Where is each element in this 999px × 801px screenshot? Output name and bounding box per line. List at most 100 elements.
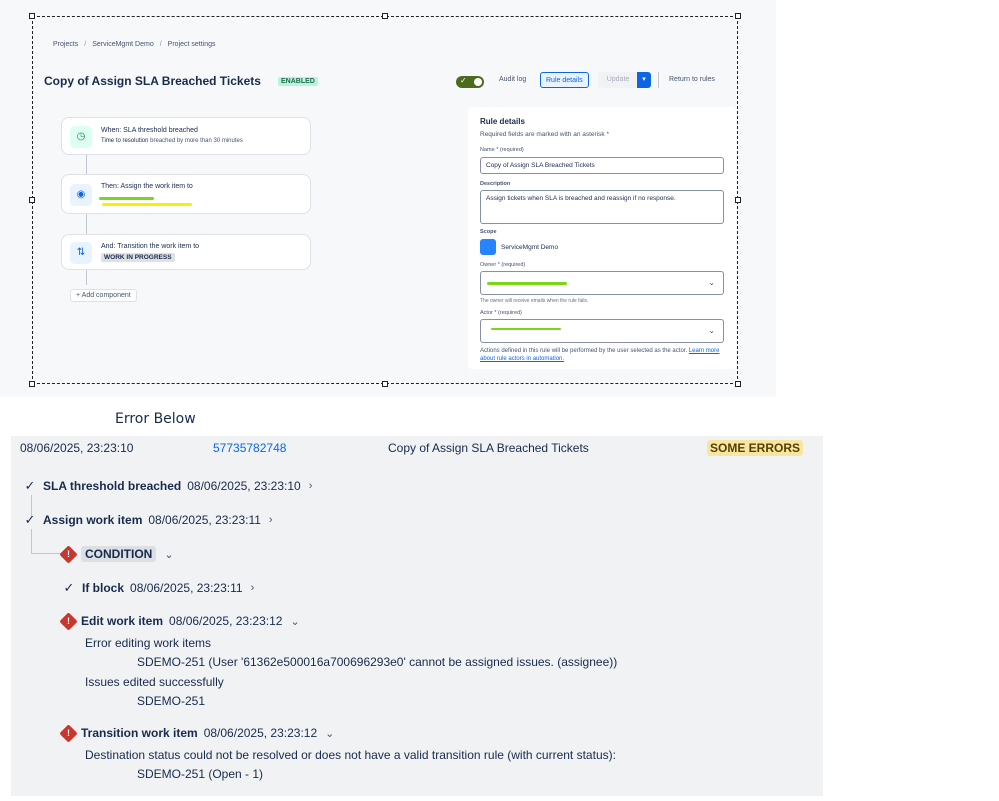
resize-handle[interactable] <box>735 13 741 19</box>
step-subtitle: Time to resolution breached by more than… <box>101 138 243 144</box>
step-title: When: SLA threshold breached <box>101 127 198 134</box>
transition-detail: SDEMO-251 (Open - 1) <box>137 767 264 781</box>
user-icon: ◉ <box>70 184 92 206</box>
rule-title: Copy of Assign SLA Breached Tickets <box>44 74 261 88</box>
transition-step[interactable]: ⇅ And: Transition the work item to WORK … <box>61 234 311 270</box>
breadcrumb: Projects / ServiceMgmt Demo / Project se… <box>53 41 216 48</box>
actor-select[interactable]: ⌄ <box>480 319 724 343</box>
trigger-step[interactable]: ◷ When: SLA threshold breached Time to r… <box>61 117 311 155</box>
actor-label-text: Actor * <box>480 310 497 316</box>
divider <box>658 72 659 88</box>
resize-handle[interactable] <box>382 13 388 19</box>
chevron-right-icon[interactable]: › <box>269 514 273 526</box>
check-icon: ✓ <box>24 478 36 493</box>
item-label: Edit work item <box>81 614 164 628</box>
check-icon: ✓ <box>24 512 36 527</box>
name-required: (required) <box>499 147 524 153</box>
resize-handle[interactable] <box>29 197 35 203</box>
step-subtitle-detail: breached by more than 30 minutes <box>150 138 243 144</box>
chevron-down-icon: ⌄ <box>708 278 715 287</box>
name-label-text: Name * <box>480 147 499 153</box>
breadcrumb-settings[interactable]: Project settings <box>168 41 216 48</box>
update-button[interactable]: Update <box>598 72 638 88</box>
edit-success-detail: SDEMO-251 <box>137 694 206 708</box>
edit-error-title: Error editing work items <box>85 636 212 650</box>
owner-label: Owner * (required) <box>480 262 525 268</box>
log-id-link[interactable]: 57735782748 <box>213 441 286 455</box>
status-badge: ENABLED <box>278 77 318 86</box>
redacted-mark <box>99 197 154 200</box>
chevron-right-icon[interactable]: › <box>309 480 313 492</box>
log-item-sla[interactable]: ✓ SLA threshold breached 08/06/2025, 23:… <box>23 478 313 494</box>
check-icon: ✓ <box>460 76 467 85</box>
assign-step[interactable]: ◉ Then: Assign the work item to <box>61 174 311 214</box>
error-icon: ! <box>59 611 78 631</box>
log-date: 08/06/2025, 23:23:10 <box>20 441 134 455</box>
breadcrumb-projects[interactable]: Projects <box>53 41 78 48</box>
transition-icon: ⇅ <box>70 242 92 264</box>
rule-details-button[interactable]: Rule details <box>540 72 589 88</box>
owner-help: The owner will receive emails when the r… <box>480 298 589 304</box>
log-item-transition[interactable]: ! Transition work item 08/06/2025, 23:23… <box>59 723 334 743</box>
add-component-button[interactable]: + Add component <box>70 289 137 302</box>
log-rule-name: Copy of Assign SLA Breached Tickets <box>388 441 589 455</box>
tree-connector <box>31 529 32 553</box>
chevron-down-icon: ⌄ <box>708 326 715 335</box>
description-label: Description <box>480 181 511 187</box>
chevron-down-icon[interactable]: ⌄ <box>325 727 334 740</box>
edit-error-detail: SDEMO-251 (User '61362e500016a700696293e… <box>137 655 618 669</box>
owner-required: (required) <box>501 262 526 268</box>
breadcrumb-separator: / <box>84 41 87 48</box>
breadcrumb-project[interactable]: ServiceMgmt Demo <box>92 41 153 48</box>
actor-label: Actor * (required) <box>480 310 522 316</box>
item-label: Transition work item <box>81 726 198 740</box>
log-item-edit[interactable]: ! Edit work item 08/06/2025, 23:23:12 ⌄ <box>59 611 300 631</box>
status-lozenge: WORK IN PROGRESS <box>101 253 175 262</box>
item-time: 08/06/2025, 23:23:12 <box>169 614 283 628</box>
name-field[interactable]: Copy of Assign SLA Breached Tickets <box>480 157 724 174</box>
item-time: 08/06/2025, 23:23:11 <box>148 513 261 527</box>
tree-connector <box>31 553 63 554</box>
error-heading: Error Below <box>115 411 196 427</box>
resize-handle[interactable] <box>735 197 741 203</box>
edit-success-title: Issues edited successfully <box>85 675 224 689</box>
log-item-assign[interactable]: ✓ Assign work item 08/06/2025, 23:23:11 … <box>23 512 273 528</box>
chevron-down-icon[interactable]: ▾ <box>637 72 651 88</box>
chevron-right-icon[interactable]: › <box>251 582 255 594</box>
log-item-condition[interactable]: ! CONDITION ⌄ <box>59 544 174 564</box>
condition-lozenge: CONDITION <box>81 546 157 562</box>
description-field[interactable]: Assign tickets when SLA is breached and … <box>480 190 724 224</box>
scope-name: ServiceMgmt Demo <box>501 243 559 251</box>
resize-handle[interactable] <box>735 381 741 387</box>
error-icon: ! <box>59 544 78 564</box>
item-label: SLA threshold breached <box>43 479 182 493</box>
scope-value: ServiceMgmt Demo <box>480 239 558 255</box>
audit-log-entry: 08/06/2025, 23:23:10 57735782748 Copy of… <box>11 436 823 796</box>
actor-help: Actions defined in this rule will be per… <box>480 347 724 363</box>
step-subtitle-label: Time to resolution <box>101 138 149 144</box>
project-icon <box>480 239 496 255</box>
resize-handle[interactable] <box>382 381 388 387</box>
panel-subtitle: Required fields are marked with an aster… <box>480 131 609 138</box>
clock-icon: ◷ <box>70 126 92 148</box>
log-item-ifblock[interactable]: ✓ If block 08/06/2025, 23:23:11 › <box>62 580 255 596</box>
audit-log-button[interactable]: Audit log <box>494 72 531 88</box>
page: Projects / ServiceMgmt Demo / Project se… <box>0 0 999 801</box>
transition-error: Destination status could not be resolved… <box>85 748 616 762</box>
chevron-down-icon[interactable]: ⌄ <box>290 615 299 628</box>
redacted-mark <box>487 282 567 285</box>
return-to-rules-button[interactable]: Return to rules <box>664 72 720 88</box>
item-label: If block <box>82 581 125 595</box>
item-label: Assign work item <box>43 513 143 527</box>
status-badge: SOME ERRORS <box>707 440 804 456</box>
resize-handle[interactable] <box>29 381 35 387</box>
panel-title: Rule details <box>480 117 525 126</box>
error-icon: ! <box>59 723 78 743</box>
scope-label: Scope <box>480 229 497 235</box>
name-label: Name * (required) <box>480 147 524 153</box>
chevron-down-icon[interactable]: ⌄ <box>164 548 173 561</box>
owner-select[interactable]: ⌄ <box>480 271 724 295</box>
resize-handle[interactable] <box>29 13 35 19</box>
rule-editor-screenshot: Projects / ServiceMgmt Demo / Project se… <box>0 0 776 397</box>
redacted-mark <box>491 328 561 330</box>
